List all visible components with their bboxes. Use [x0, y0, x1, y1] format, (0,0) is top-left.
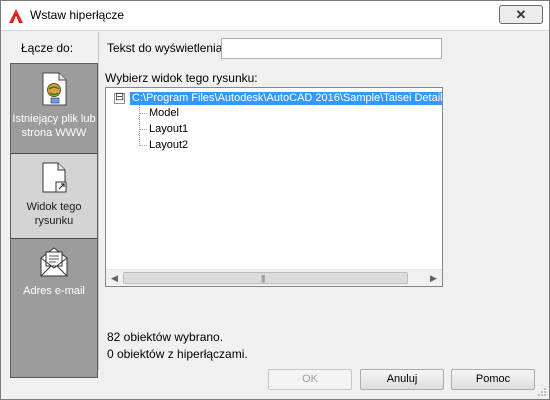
tree-connector — [139, 105, 140, 146]
tree-node-layout2[interactable]: Layout2 — [149, 139, 188, 152]
scrollbar-grip-icon: ||| — [261, 274, 265, 283]
selected-count-text: 82 obiektów wybrano. — [107, 330, 224, 344]
window-title: Wstaw hiperłącze — [30, 8, 125, 22]
scroll-right-icon[interactable]: ▶ — [425, 270, 442, 286]
link-to-label: Łącze do: — [21, 41, 74, 55]
link-type-sidebar: Istniejący plik lub strona WWW Widok teg… — [10, 63, 98, 378]
scrollbar-thumb[interactable]: ||| — [123, 272, 408, 284]
tree-root-node[interactable]: C:\Program Files\Autodesk\AutoCAD 2016\S… — [130, 92, 442, 105]
close-icon: ✕ — [515, 7, 527, 22]
select-view-label: Wybierz widok tego rysunku: — [105, 71, 258, 85]
cancel-button[interactable]: Anuluj — [360, 369, 444, 390]
collapse-icon[interactable]: ⊟ — [114, 92, 125, 104]
insert-hyperlink-dialog: Wstaw hiperłącze ✕ Łącze do: Istniejący … — [0, 0, 550, 400]
display-text-label: Tekst do wyświetlenia: — [107, 41, 226, 55]
horizontal-scrollbar[interactable]: ◀ ||| ▶ — [106, 269, 442, 286]
ok-button[interactable]: OK — [268, 369, 352, 390]
tree-node-model[interactable]: Model — [149, 107, 179, 120]
hyperlinked-count-text: 0 obiektów z hiperłączami. — [107, 347, 248, 361]
drawing-view-tree[interactable]: ⊟ C:\Program Files\Autodesk\AutoCAD 2016… — [105, 87, 443, 287]
email-icon — [40, 247, 68, 277]
tree-connector — [139, 145, 147, 146]
help-button[interactable]: Pomoc — [451, 369, 535, 390]
sidebar-item-label: Adres e-mail — [23, 285, 85, 297]
title-bar[interactable]: Wstaw hiperłącze ✕ — [1, 1, 549, 31]
close-button[interactable]: ✕ — [499, 5, 543, 24]
resize-grip-icon[interactable] — [537, 387, 547, 397]
sidebar-item-existing-file[interactable]: Istniejący plik lub strona WWW — [11, 72, 97, 140]
scroll-left-icon[interactable]: ◀ — [106, 270, 123, 286]
autocad-logo-icon — [9, 9, 23, 23]
existing-file-icon — [42, 72, 67, 106]
sidebar-item-label: Istniejący plik lub strona WWW — [12, 113, 96, 139]
tree-connector — [139, 113, 147, 114]
tree-connector — [139, 129, 147, 130]
drawing-view-icon — [42, 162, 67, 193]
panel-divider — [98, 32, 99, 370]
tree-node-layout1[interactable]: Layout1 — [149, 123, 188, 136]
display-text-field[interactable] — [221, 38, 442, 59]
sidebar-item-label: Widok tego rysunku — [26, 201, 82, 227]
sidebar-item-email[interactable]: Adres e-mail — [11, 246, 97, 298]
sidebar-item-drawing-view[interactable]: Widok tego rysunku — [11, 153, 97, 239]
